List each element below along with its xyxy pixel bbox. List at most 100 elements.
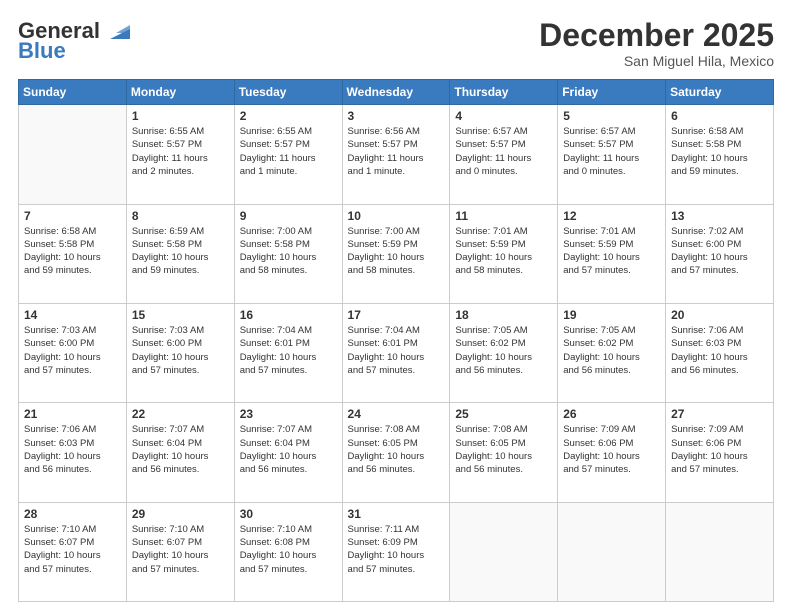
day-cell: 27 Sunrise: 7:09 AM Sunset: 6:06 PM Dayli… <box>666 403 774 502</box>
day-info: Sunrise: 6:55 AM Sunset: 5:57 PM Dayligh… <box>132 125 229 178</box>
day-info: Sunrise: 7:05 AM Sunset: 6:02 PM Dayligh… <box>563 324 660 377</box>
header-row: SundayMondayTuesdayWednesdayThursdayFrid… <box>19 80 774 105</box>
day-cell: 13Sunrise: 7:02 AM Sunset: 6:00 PM Dayli… <box>666 204 774 303</box>
day-info: Sunrise: 6:55 AM Sunset: 5:57 PM Dayligh… <box>240 125 337 178</box>
day-cell: 17 Sunrise: 7:04 AM Sunset: 6:01 PM Dayli… <box>342 303 450 402</box>
day-info: Sunrise: 7:10 AM Sunset: 6:07 PM Dayligh… <box>24 523 121 576</box>
day-number: 7 <box>24 209 121 223</box>
day-number: 29 <box>132 507 229 521</box>
logo-text-blue: Blue <box>18 38 66 64</box>
header-cell-thursday: Thursday <box>450 80 558 105</box>
day-number: 4 <box>455 109 552 123</box>
day-cell: 10 Sunrise: 7:00 AM Sunset: 5:59 PM Dayli… <box>342 204 450 303</box>
day-info: Sunrise: 6:57 AM Sunset: 5:57 PM Dayligh… <box>563 125 660 178</box>
day-info: Sunrise: 6:59 AM Sunset: 5:58 PM Dayligh… <box>132 225 229 278</box>
day-cell: 12Sunrise: 7:01 AM Sunset: 5:59 PM Dayli… <box>558 204 666 303</box>
logo-icon <box>102 21 134 41</box>
day-number: 5 <box>563 109 660 123</box>
header-cell-tuesday: Tuesday <box>234 80 342 105</box>
day-cell: 6Sunrise: 6:58 AM Sunset: 5:58 PM Daylig… <box>666 105 774 204</box>
day-cell: 23 Sunrise: 7:07 AM Sunset: 6:04 PM Dayli… <box>234 403 342 502</box>
day-number: 23 <box>240 407 337 421</box>
day-cell <box>450 502 558 601</box>
day-number: 2 <box>240 109 337 123</box>
location: San Miguel Hila, Mexico <box>539 53 774 69</box>
day-info: Sunrise: 7:06 AM Sunset: 6:03 PM Dayligh… <box>671 324 768 377</box>
day-info: Sunrise: 6:57 AM Sunset: 5:57 PM Dayligh… <box>455 125 552 178</box>
header-cell-wednesday: Wednesday <box>342 80 450 105</box>
day-number: 8 <box>132 209 229 223</box>
day-number: 17 <box>348 308 445 322</box>
day-info: Sunrise: 7:09 AM Sunset: 6:06 PM Dayligh… <box>563 423 660 476</box>
day-cell: 20 Sunrise: 7:06 AM Sunset: 6:03 PM Dayli… <box>666 303 774 402</box>
day-info: Sunrise: 7:07 AM Sunset: 6:04 PM Dayligh… <box>132 423 229 476</box>
week-row-4: 21Sunrise: 7:06 AM Sunset: 6:03 PM Dayli… <box>19 403 774 502</box>
logo: General Blue <box>18 18 134 64</box>
day-number: 18 <box>455 308 552 322</box>
day-number: 16 <box>240 308 337 322</box>
header-cell-friday: Friday <box>558 80 666 105</box>
day-cell: 8 Sunrise: 6:59 AM Sunset: 5:58 PM Daylig… <box>126 204 234 303</box>
header-cell-sunday: Sunday <box>19 80 127 105</box>
day-info: Sunrise: 7:00 AM Sunset: 5:59 PM Dayligh… <box>348 225 445 278</box>
day-number: 30 <box>240 507 337 521</box>
day-info: Sunrise: 7:04 AM Sunset: 6:01 PM Dayligh… <box>348 324 445 377</box>
day-cell: 19 Sunrise: 7:05 AM Sunset: 6:02 PM Dayli… <box>558 303 666 402</box>
day-info: Sunrise: 7:04 AM Sunset: 6:01 PM Dayligh… <box>240 324 337 377</box>
day-cell: 24 Sunrise: 7:08 AM Sunset: 6:05 PM Dayli… <box>342 403 450 502</box>
day-cell: 3 Sunrise: 6:56 AM Sunset: 5:57 PM Daylig… <box>342 105 450 204</box>
day-number: 19 <box>563 308 660 322</box>
day-number: 24 <box>348 407 445 421</box>
day-info: Sunrise: 7:08 AM Sunset: 6:05 PM Dayligh… <box>348 423 445 476</box>
day-cell: 9 Sunrise: 7:00 AM Sunset: 5:58 PM Daylig… <box>234 204 342 303</box>
day-cell: 2 Sunrise: 6:55 AM Sunset: 5:57 PM Daylig… <box>234 105 342 204</box>
day-number: 26 <box>563 407 660 421</box>
day-info: Sunrise: 7:00 AM Sunset: 5:58 PM Dayligh… <box>240 225 337 278</box>
day-cell: 4 Sunrise: 6:57 AM Sunset: 5:57 PM Daylig… <box>450 105 558 204</box>
day-cell: 7 Sunrise: 6:58 AM Sunset: 5:58 PM Daylig… <box>19 204 127 303</box>
day-cell: 30 Sunrise: 7:10 AM Sunset: 6:08 PM Dayli… <box>234 502 342 601</box>
day-cell: 16 Sunrise: 7:04 AM Sunset: 6:01 PM Dayli… <box>234 303 342 402</box>
day-info: Sunrise: 7:07 AM Sunset: 6:04 PM Dayligh… <box>240 423 337 476</box>
week-row-1: 1Sunrise: 6:55 AM Sunset: 5:57 PM Daylig… <box>19 105 774 204</box>
day-cell <box>666 502 774 601</box>
day-info: Sunrise: 7:09 AM Sunset: 6:06 PM Dayligh… <box>671 423 768 476</box>
day-number: 11 <box>455 209 552 223</box>
header-cell-saturday: Saturday <box>666 80 774 105</box>
day-cell: 14 Sunrise: 7:03 AM Sunset: 6:00 PM Dayli… <box>19 303 127 402</box>
week-row-5: 28 Sunrise: 7:10 AM Sunset: 6:07 PM Dayli… <box>19 502 774 601</box>
day-info: Sunrise: 7:01 AM Sunset: 5:59 PM Dayligh… <box>455 225 552 278</box>
day-cell: 22Sunrise: 7:07 AM Sunset: 6:04 PM Dayli… <box>126 403 234 502</box>
day-number: 10 <box>348 209 445 223</box>
day-number: 13 <box>671 209 768 223</box>
day-number: 25 <box>455 407 552 421</box>
day-cell <box>558 502 666 601</box>
day-cell <box>19 105 127 204</box>
day-info: Sunrise: 7:05 AM Sunset: 6:02 PM Dayligh… <box>455 324 552 377</box>
day-info: Sunrise: 7:06 AM Sunset: 6:03 PM Dayligh… <box>24 423 121 476</box>
day-cell: 18 Sunrise: 7:05 AM Sunset: 6:02 PM Dayli… <box>450 303 558 402</box>
day-info: Sunrise: 6:58 AM Sunset: 5:58 PM Dayligh… <box>24 225 121 278</box>
page: General Blue December 2025 San Miguel Hi… <box>0 0 792 612</box>
header-cell-monday: Monday <box>126 80 234 105</box>
week-row-3: 14 Sunrise: 7:03 AM Sunset: 6:00 PM Dayli… <box>19 303 774 402</box>
month-title: December 2025 <box>539 18 774 53</box>
day-info: Sunrise: 6:56 AM Sunset: 5:57 PM Dayligh… <box>348 125 445 178</box>
day-cell: 26 Sunrise: 7:09 AM Sunset: 6:06 PM Dayli… <box>558 403 666 502</box>
day-number: 28 <box>24 507 121 521</box>
header: General Blue December 2025 San Miguel Hi… <box>18 18 774 69</box>
day-info: Sunrise: 7:10 AM Sunset: 6:08 PM Dayligh… <box>240 523 337 576</box>
day-info: Sunrise: 7:03 AM Sunset: 6:00 PM Dayligh… <box>24 324 121 377</box>
day-number: 20 <box>671 308 768 322</box>
day-info: Sunrise: 7:11 AM Sunset: 6:09 PM Dayligh… <box>348 523 445 576</box>
calendar-table: SundayMondayTuesdayWednesdayThursdayFrid… <box>18 79 774 602</box>
day-info: Sunrise: 7:01 AM Sunset: 5:59 PM Dayligh… <box>563 225 660 278</box>
day-cell: 15Sunrise: 7:03 AM Sunset: 6:00 PM Dayli… <box>126 303 234 402</box>
day-number: 3 <box>348 109 445 123</box>
day-cell: 25Sunrise: 7:08 AM Sunset: 6:05 PM Dayli… <box>450 403 558 502</box>
day-number: 9 <box>240 209 337 223</box>
day-number: 27 <box>671 407 768 421</box>
day-number: 14 <box>24 308 121 322</box>
day-info: Sunrise: 6:58 AM Sunset: 5:58 PM Dayligh… <box>671 125 768 178</box>
day-cell: 29Sunrise: 7:10 AM Sunset: 6:07 PM Dayli… <box>126 502 234 601</box>
